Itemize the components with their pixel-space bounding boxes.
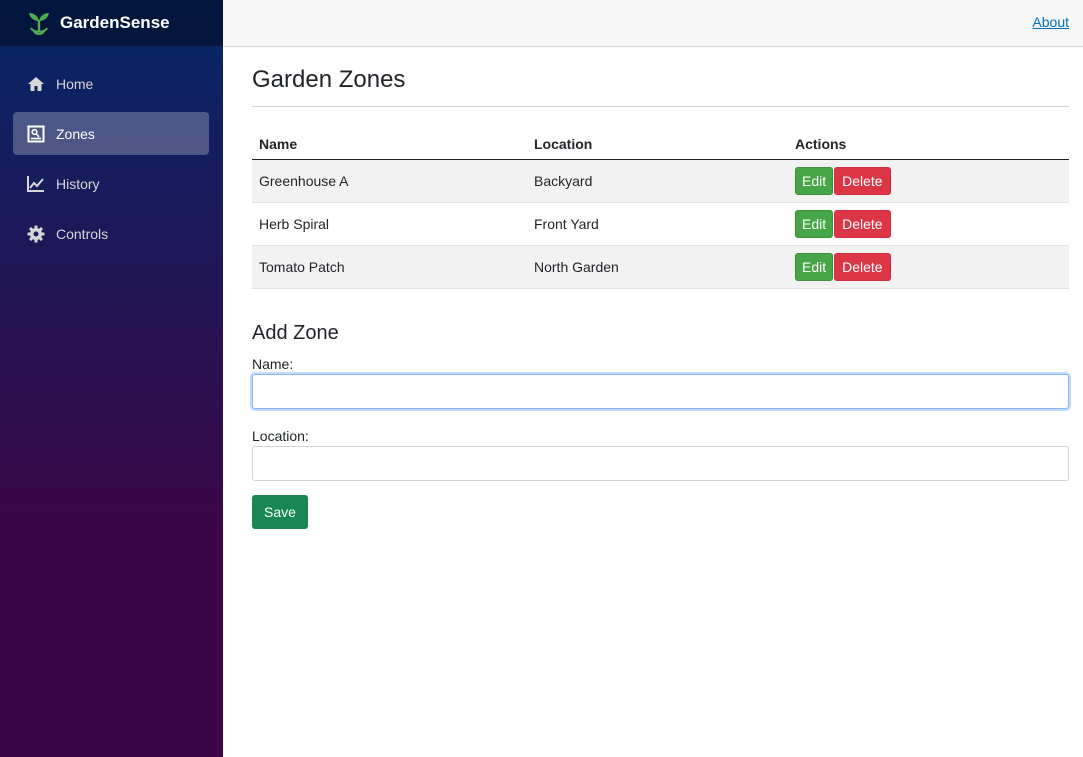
- table-header-row: Name Location Actions: [252, 129, 1069, 160]
- name-label: Name:: [252, 355, 294, 372]
- sidebar-item-label: Controls: [56, 225, 109, 242]
- actions-cell: Edit Delete: [788, 202, 1069, 246]
- column-header-name: Name: [252, 129, 527, 160]
- edit-button[interactable]: Edit: [795, 252, 834, 281]
- zone-name-cell: Greenhouse A: [252, 159, 527, 203]
- main-content: Garden Zones Name Location Actions Green…: [252, 47, 1069, 529]
- table-row: Tomato Patch North Garden Edit Delete: [252, 245, 1069, 289]
- brand-name: GardenSense: [60, 13, 170, 32]
- zones-table: Name Location Actions Greenhouse A Backy…: [252, 129, 1069, 289]
- name-input[interactable]: [252, 373, 1069, 409]
- zone-location-cell: Backyard: [527, 159, 788, 203]
- zone-name-cell: Tomato Patch: [252, 245, 527, 289]
- top-bar: About: [223, 0, 1083, 47]
- save-button[interactable]: Save: [252, 494, 308, 529]
- sidebar-item-label: Home: [56, 75, 94, 92]
- sidebar-item-label: History: [56, 175, 100, 192]
- add-zone-form: Add Zone Name: Location: Save: [252, 322, 1069, 529]
- zone-name-cell: Herb Spiral: [252, 202, 527, 246]
- sprout-logo-icon: [24, 8, 54, 38]
- actions-cell: Edit Delete: [788, 245, 1069, 289]
- location-input[interactable]: [252, 445, 1069, 481]
- edit-button[interactable]: Edit: [795, 209, 834, 238]
- sidebar-item-home[interactable]: Home: [13, 62, 209, 105]
- delete-button[interactable]: Delete: [834, 166, 891, 195]
- table-row: Herb Spiral Front Yard Edit Delete: [252, 202, 1069, 246]
- sidebar-nav: Home Zones History Controls: [0, 46, 223, 255]
- zone-location-cell: Front Yard: [527, 202, 788, 246]
- location-label: Location:: [252, 427, 309, 444]
- sidebar-item-history[interactable]: History: [13, 162, 209, 205]
- chart-icon: [27, 175, 45, 193]
- sidebar-item-label: Zones: [56, 125, 95, 142]
- brand[interactable]: GardenSense: [0, 0, 223, 46]
- actions-cell: Edit Delete: [788, 159, 1069, 203]
- column-header-location: Location: [527, 129, 788, 160]
- sidebar-item-controls[interactable]: Controls: [13, 212, 209, 255]
- page-title: Garden Zones: [252, 66, 1069, 107]
- sidebar-item-zones[interactable]: Zones: [13, 112, 209, 155]
- gear-icon: [27, 225, 45, 243]
- table-row: Greenhouse A Backyard Edit Delete: [252, 159, 1069, 203]
- home-icon: [27, 75, 45, 93]
- delete-button[interactable]: Delete: [834, 252, 891, 281]
- zones-icon: [27, 125, 45, 143]
- zone-location-cell: North Garden: [527, 245, 788, 289]
- form-title: Add Zone: [252, 321, 339, 344]
- edit-button[interactable]: Edit: [795, 166, 834, 195]
- delete-button[interactable]: Delete: [834, 209, 891, 238]
- sidebar: GardenSense Home Zones History Controls: [0, 0, 223, 757]
- about-link[interactable]: About: [1032, 14, 1069, 30]
- column-header-actions: Actions: [788, 129, 1069, 160]
